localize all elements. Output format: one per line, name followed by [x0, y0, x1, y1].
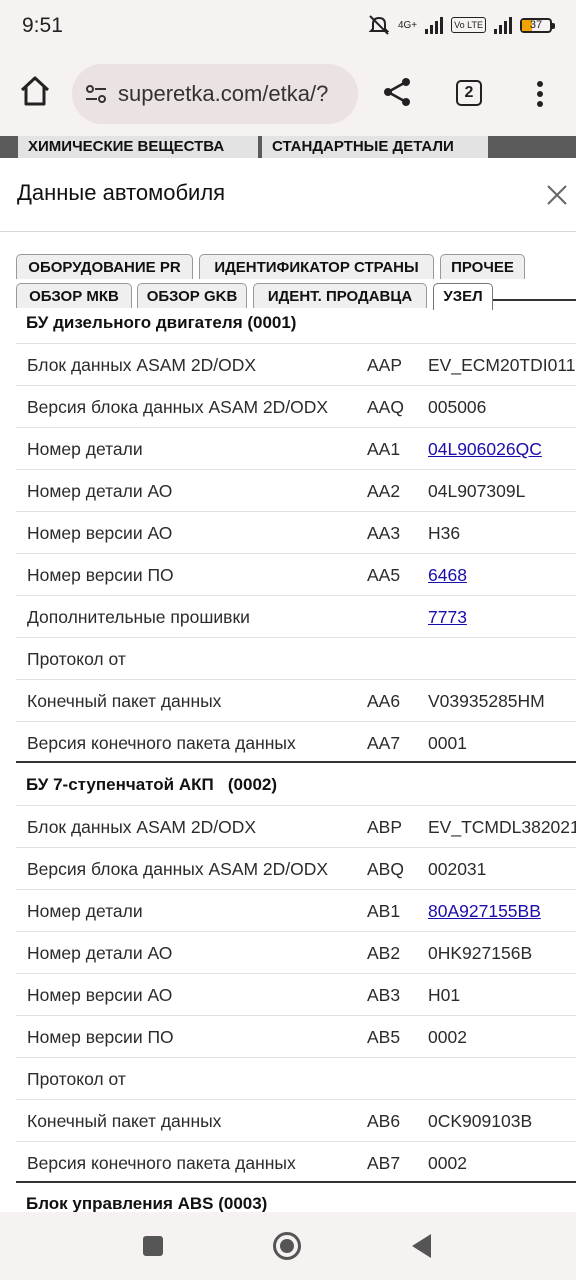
status-time: 9:51	[22, 14, 63, 37]
dialog-divider	[0, 231, 576, 232]
table-row: Конечный пакет данных AB6 0CK909103B	[16, 1099, 576, 1141]
dnd-muted-icon	[368, 15, 390, 35]
network-type: 4G+	[397, 19, 418, 31]
system-nav-bar	[0, 1212, 576, 1280]
tab-unit[interactable]: УЗЕЛ	[433, 283, 493, 310]
back-button[interactable]	[412, 1234, 431, 1258]
url-text[interactable]: superetka.com/etka/?	[118, 81, 350, 107]
tab-equipment-pr[interactable]: ОБОРУДОВАНИЕ PR	[16, 254, 193, 279]
table-row: Блок данных ASAM 2D/ODX AAP EV_ECM20TDI011	[16, 343, 576, 385]
table-row: Протокол от	[16, 637, 576, 679]
firmware-link[interactable]: 7773	[428, 607, 467, 628]
table-row: Номер версии АО AB3 H01	[16, 973, 576, 1015]
close-icon[interactable]	[544, 182, 570, 208]
table-row: Номер детали АО AB2 0HK927156B	[16, 931, 576, 973]
share-icon[interactable]	[381, 76, 413, 108]
table-row: Версия конечного пакета данных AB7 0002	[16, 1141, 576, 1183]
table-row: Блок данных ASAM 2D/ODX ABP EV_TCMDL382021	[16, 805, 576, 847]
tab-other[interactable]: ПРОЧЕЕ	[440, 254, 525, 279]
dialog-title: Данные автомобиля	[17, 180, 226, 205]
signal-1-icon	[425, 16, 444, 34]
tab-underline	[493, 299, 576, 301]
home-icon[interactable]	[18, 74, 52, 108]
signal-2-icon	[494, 16, 512, 34]
tab-dealer-id[interactable]: ИДЕНТ. ПРОДАВЦА	[253, 283, 427, 308]
table-row: Дополнительные прошивки 7773	[16, 595, 576, 637]
table-row: Номер версии АО AA3 H36	[16, 511, 576, 553]
tab-gkb-overview[interactable]: ОБЗОР GKB	[137, 283, 247, 308]
volte-badge: Vo LTE	[451, 17, 486, 33]
behind-tab-chemicals: ХИМИЧЕСКИЕ ВЕЩЕСТВА	[18, 136, 258, 158]
tab-mkv-overview[interactable]: ОБЗОР МКВ	[16, 283, 132, 308]
status-bar: 9:51 4G+ Vo LTE 37	[0, 0, 576, 52]
table-row: Номер детали AA1 04L906026QC	[16, 427, 576, 469]
status-icons: 4G+ Vo LTE 37	[368, 14, 555, 36]
table-row: Номер версии ПО AA5 6468	[16, 553, 576, 595]
table-row: Версия блока данных ASAM 2D/ODX ABQ 002031	[16, 847, 576, 889]
table-row: Конечный пакет данных AA6 V03935285HM	[16, 679, 576, 721]
tab-country-id[interactable]: ИДЕНТИФИКАТОР СТРАНЫ	[199, 254, 434, 279]
table-row: Номер детали AB1 80A927155BB	[16, 889, 576, 931]
section-divider	[16, 1181, 576, 1183]
tab-switcher-button[interactable]: 2	[456, 80, 482, 106]
site-settings-icon[interactable]	[84, 82, 108, 106]
behind-tab-standard-parts: СТАНДАРТНЫЕ ДЕТАЛИ	[262, 136, 488, 158]
software-version-link[interactable]: 6468	[428, 565, 467, 586]
browser-toolbar: superetka.com/etka/? 2	[0, 52, 576, 136]
part-number-link[interactable]: 04L906026QC	[428, 439, 542, 460]
recents-button[interactable]	[143, 1236, 163, 1256]
address-bar[interactable]: superetka.com/etka/?	[72, 64, 358, 124]
home-button[interactable]	[273, 1232, 301, 1260]
section-divider	[16, 761, 576, 763]
table-row: Номер версии ПО AB5 0002	[16, 1015, 576, 1057]
page-behind-strip: ХИМИЧЕСКИЕ ВЕЩЕСТВА СТАНДАРТНЫЕ ДЕТАЛИ	[0, 136, 576, 158]
table-row: Версия блока данных ASAM 2D/ODX AAQ 005006	[16, 385, 576, 427]
part-number-link[interactable]: 80A927155BB	[428, 901, 541, 922]
vehicle-data-dialog: Данные автомобиля ОБОРУДОВАНИЕ PR ИДЕНТИ…	[0, 158, 576, 1212]
table-row: Версия конечного пакета данных AA7 0001	[16, 721, 576, 763]
table-row: Номер детали АО AA2 04L907309L	[16, 469, 576, 511]
battery-icon: 37	[520, 17, 555, 33]
table-row: Протокол от	[16, 1057, 576, 1099]
more-menu-icon[interactable]	[530, 80, 550, 108]
